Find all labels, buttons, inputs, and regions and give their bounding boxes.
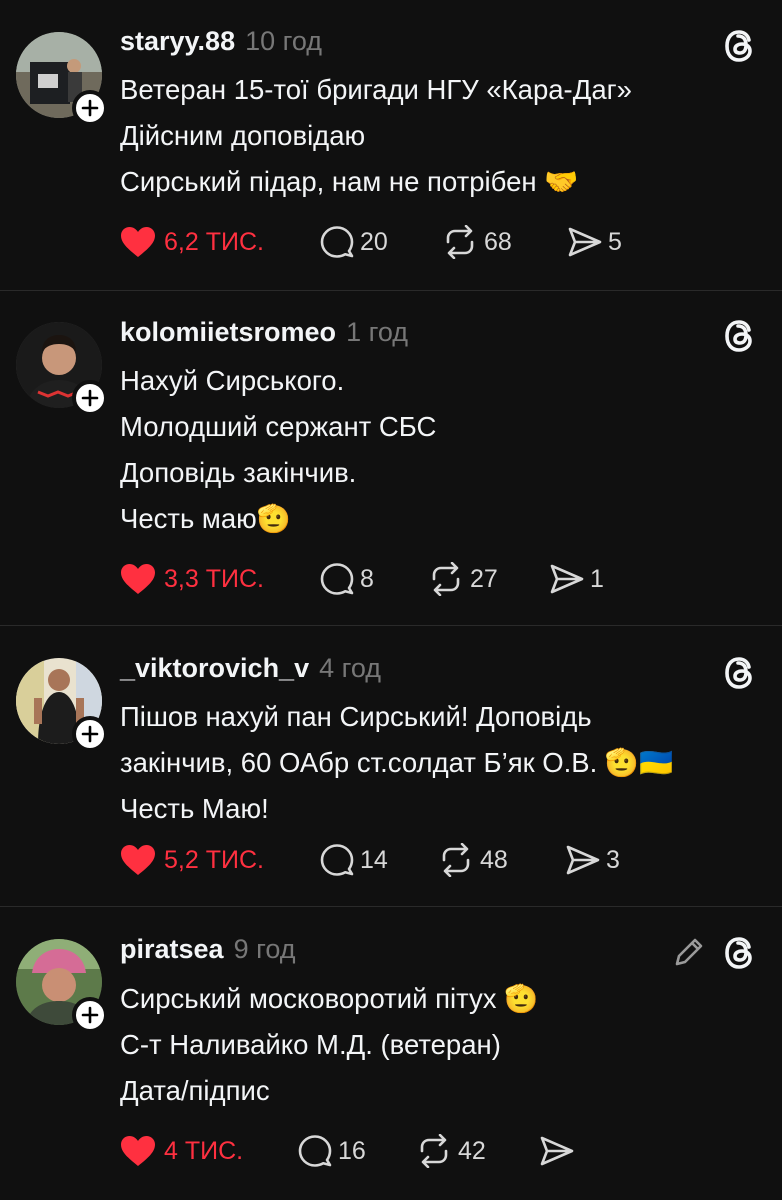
- repost-button[interactable]: 48: [438, 842, 508, 878]
- like-count: 4 ТИС.: [164, 1136, 244, 1165]
- post-text-line: Дата/підпис: [120, 1075, 270, 1106]
- threads-icon[interactable]: [720, 933, 760, 973]
- post-text-line: Дійсним доповідаю: [120, 120, 366, 151]
- post-text-line: закінчив, 60 ОАбр ст.солдат Б’як О.В. 🫡🇺…: [120, 747, 674, 778]
- username[interactable]: _viktorovich_v: [120, 653, 309, 684]
- post-text-line: Доповідь закінчив.: [120, 457, 357, 488]
- like-button[interactable]: 4 ТИС.: [120, 1133, 243, 1169]
- send-icon: [566, 845, 600, 875]
- repost-count: 27: [470, 564, 498, 593]
- repost-icon: [420, 1134, 448, 1168]
- reply-button[interactable]: 20: [320, 224, 388, 260]
- post-text-line: Пішов нахуй пан Сирський! Доповідь: [120, 701, 592, 732]
- post-text-line: Сирський підар, нам не потрібен 🤝: [120, 166, 579, 197]
- reply-button[interactable]: 8: [320, 561, 374, 597]
- post-text-line: С-т Наливайко М.Д. (ветеран): [120, 1029, 501, 1060]
- threads-feed: staryy.88 10 год Ветеран 15-тої бригади …: [0, 0, 782, 1200]
- follow-plus-icon[interactable]: [72, 716, 108, 752]
- share-button[interactable]: [540, 1133, 580, 1169]
- post-actions: 5,2 ТИС. 14 48 3: [120, 842, 720, 878]
- post[interactable]: _viktorovich_v 4 год Пішов нахуй пан Сир…: [0, 626, 782, 906]
- reply-count: 8: [360, 564, 374, 593]
- like-count: 5,2 ТИС.: [164, 845, 264, 874]
- share-count: 1: [590, 564, 604, 593]
- post-text-line: Честь Маю!: [120, 793, 269, 824]
- post-text-line: Честь маю🫡: [120, 503, 292, 534]
- reply-count: 20: [360, 227, 388, 256]
- post-text-line: Ветеран 15-тої бригади НГУ «Кара-Даг»: [120, 74, 632, 105]
- threads-icon[interactable]: [720, 26, 760, 66]
- post-text-line: Молодший сержант СБС: [120, 411, 437, 442]
- repost-count: 42: [458, 1136, 486, 1165]
- reply-count: 14: [360, 845, 388, 874]
- heart-icon: [121, 1136, 155, 1166]
- repost-count: 68: [484, 227, 512, 256]
- threads-icon[interactable]: [720, 316, 760, 356]
- comment-icon: [298, 1135, 332, 1167]
- post-actions: 3,3 ТИС. 8 27 1: [120, 561, 720, 597]
- post-time[interactable]: 9 год: [234, 934, 296, 965]
- share-button[interactable]: 1: [550, 561, 604, 597]
- reply-button[interactable]: 14: [320, 842, 388, 878]
- post-time[interactable]: 1 год: [346, 317, 408, 348]
- post-text-line: Сирський московоротий пітух 🫡: [120, 983, 539, 1014]
- repost-icon: [432, 562, 460, 596]
- repost-button[interactable]: 27: [428, 561, 498, 597]
- like-count: 3,3 ТИС.: [164, 564, 264, 593]
- share-count: 5: [608, 227, 622, 256]
- username[interactable]: staryy.88: [120, 26, 235, 57]
- like-button[interactable]: 5,2 ТИС.: [120, 842, 264, 878]
- send-icon: [540, 1136, 574, 1166]
- reply-button[interactable]: 16: [298, 1133, 366, 1169]
- repost-icon: [442, 843, 470, 877]
- post-actions: 6,2 ТИС. 20 68 5: [120, 224, 720, 260]
- follow-plus-icon[interactable]: [72, 90, 108, 126]
- post-actions: 4 ТИС. 16 42: [120, 1133, 720, 1169]
- send-icon: [568, 227, 602, 257]
- repost-button[interactable]: 68: [442, 224, 512, 260]
- post[interactable]: piratsea 9 год Сирський московоротий піт…: [0, 907, 782, 1200]
- username[interactable]: piratsea: [120, 934, 224, 965]
- like-count: 6,2 ТИС.: [164, 227, 264, 256]
- comment-icon: [320, 563, 354, 595]
- send-icon: [550, 564, 584, 594]
- post-time[interactable]: 10 год: [245, 26, 322, 57]
- heart-icon: [121, 227, 155, 257]
- share-button[interactable]: 5: [568, 224, 622, 260]
- follow-plus-icon[interactable]: [72, 997, 108, 1033]
- share-count: 3: [606, 845, 620, 874]
- repost-icon: [446, 225, 474, 259]
- reply-count: 16: [338, 1136, 366, 1165]
- follow-plus-icon[interactable]: [72, 380, 108, 416]
- username[interactable]: kolomiietsromeo: [120, 317, 336, 348]
- threads-icon[interactable]: [720, 653, 760, 693]
- heart-icon: [121, 564, 155, 594]
- pencil-icon[interactable]: [672, 935, 706, 969]
- post-text-line: Нахуй Сирського.: [120, 365, 345, 396]
- comment-icon: [320, 844, 354, 876]
- post-time[interactable]: 4 год: [319, 653, 381, 684]
- post[interactable]: staryy.88 10 год Ветеран 15-тої бригади …: [0, 0, 782, 290]
- like-button[interactable]: 3,3 ТИС.: [120, 561, 264, 597]
- repost-button[interactable]: 42: [416, 1133, 486, 1169]
- share-button[interactable]: 3: [566, 842, 620, 878]
- like-button[interactable]: 6,2 ТИС.: [120, 224, 264, 260]
- repost-count: 48: [480, 845, 508, 874]
- comment-icon: [320, 226, 354, 258]
- heart-icon: [121, 845, 155, 875]
- post[interactable]: kolomiietsromeo 1 год Нахуй Сирського. М…: [0, 291, 782, 625]
